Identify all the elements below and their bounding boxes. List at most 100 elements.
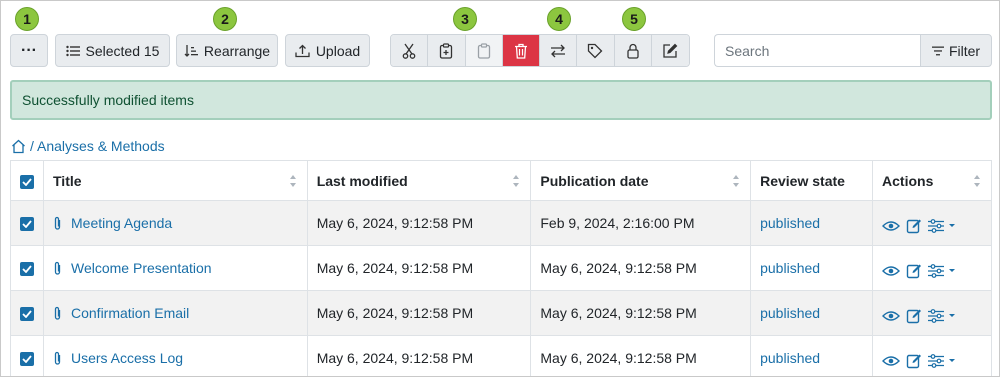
settings-dropdown-icon[interactable] bbox=[928, 309, 956, 323]
breadcrumb: / Analyses & Methods bbox=[11, 137, 165, 155]
sort-icon[interactable] bbox=[973, 174, 981, 188]
delete-button[interactable] bbox=[502, 35, 540, 66]
column-header-title-label: Title bbox=[53, 172, 82, 189]
more-options-button[interactable]: ··· bbox=[10, 34, 48, 67]
actions-cell bbox=[872, 335, 992, 376]
column-header-last-modified[interactable]: Last modified bbox=[306, 160, 532, 201]
rearrange-button[interactable]: Rearrange bbox=[176, 34, 278, 67]
select-all-checkbox[interactable] bbox=[20, 174, 34, 189]
row-select-cell[interactable] bbox=[10, 200, 44, 246]
review-state-link[interactable]: published bbox=[760, 305, 820, 321]
column-header-publication-date[interactable]: Publication date bbox=[530, 160, 752, 201]
tag-icon bbox=[588, 43, 603, 58]
row-checkbox[interactable] bbox=[20, 307, 34, 322]
sort-icon[interactable] bbox=[512, 174, 520, 188]
callout-badge-3: 3 bbox=[453, 7, 477, 31]
review-state-link[interactable]: published bbox=[760, 260, 820, 276]
check-icon bbox=[22, 220, 32, 229]
select-all-cell[interactable] bbox=[10, 160, 44, 201]
column-header-review-state-label: Review state bbox=[760, 172, 845, 189]
table-header-row: Title Last modified Publication date Rev… bbox=[10, 160, 992, 201]
last-modified-cell: May 6, 2024, 9:12:58 PM bbox=[306, 245, 532, 291]
transfer-button[interactable] bbox=[540, 35, 578, 66]
row-select-cell[interactable] bbox=[10, 335, 44, 376]
callout-badge-4: 4 bbox=[547, 7, 571, 31]
column-header-last-modified-label: Last modified bbox=[316, 172, 408, 189]
edit-icon[interactable] bbox=[906, 353, 922, 369]
tag-button[interactable] bbox=[577, 35, 615, 66]
row-checkbox[interactable] bbox=[20, 352, 34, 367]
view-icon[interactable] bbox=[882, 220, 901, 232]
item-title-link[interactable]: Welcome Presentation bbox=[71, 260, 212, 276]
check-icon bbox=[22, 265, 32, 274]
attachment-icon bbox=[54, 351, 61, 365]
last-modified-cell: May 6, 2024, 9:12:58 PM bbox=[306, 335, 532, 376]
column-header-review-state[interactable]: Review state bbox=[750, 160, 874, 201]
view-icon[interactable] bbox=[882, 355, 901, 367]
callout-badge-1: 1 bbox=[15, 7, 39, 31]
filter-label: Filter bbox=[948, 42, 981, 59]
callout-badge-5: 5 bbox=[622, 7, 646, 31]
edit-icon[interactable] bbox=[906, 308, 922, 324]
edit-icon[interactable] bbox=[906, 263, 922, 279]
publication-date-cell: May 6, 2024, 9:12:58 PM bbox=[530, 245, 752, 291]
view-icon[interactable] bbox=[882, 265, 901, 277]
view-icon[interactable] bbox=[882, 310, 901, 322]
contents-table: Title Last modified Publication date Rev… bbox=[10, 160, 992, 376]
alert-message: Successfully modified items bbox=[22, 92, 194, 108]
title-cell: Meeting Agenda bbox=[43, 200, 308, 246]
copy-button[interactable] bbox=[428, 35, 466, 66]
review-state-link[interactable]: published bbox=[760, 350, 820, 366]
item-actions-group bbox=[390, 34, 690, 67]
settings-dropdown-icon[interactable] bbox=[928, 219, 956, 233]
sort-icon[interactable] bbox=[289, 174, 297, 188]
sort-icon[interactable] bbox=[732, 174, 740, 188]
actions-cell bbox=[872, 200, 992, 246]
sort-order-icon bbox=[184, 44, 198, 57]
attachment-icon bbox=[54, 216, 61, 230]
rearrange-label: Rearrange bbox=[203, 42, 271, 59]
lock-icon bbox=[626, 43, 639, 59]
row-checkbox[interactable] bbox=[20, 262, 34, 277]
title-cell: Confirmation Email bbox=[43, 290, 308, 336]
attachment-icon bbox=[54, 306, 61, 320]
column-header-actions-label: Actions bbox=[882, 172, 934, 189]
settings-dropdown-icon[interactable] bbox=[928, 264, 956, 278]
edit-button[interactable] bbox=[651, 35, 689, 66]
item-title-link[interactable]: Confirmation Email bbox=[71, 305, 189, 321]
cut-icon bbox=[402, 43, 416, 59]
success-alert: Successfully modified items bbox=[10, 80, 992, 120]
more-options-label: ··· bbox=[21, 41, 37, 59]
callout-badge-2: 2 bbox=[213, 7, 237, 31]
filter-button[interactable]: Filter bbox=[920, 34, 992, 67]
review-state-cell: published bbox=[750, 335, 874, 376]
check-icon bbox=[22, 310, 32, 319]
breadcrumb-path[interactable]: / Analyses & Methods bbox=[30, 138, 165, 154]
publication-date-cell: Feb 9, 2024, 2:16:00 PM bbox=[530, 200, 752, 246]
filter-icon bbox=[931, 46, 944, 55]
home-icon[interactable] bbox=[11, 139, 26, 154]
title-cell: Users Access Log bbox=[43, 335, 308, 376]
selected-items-button[interactable]: Selected 15 bbox=[55, 34, 170, 67]
upload-button[interactable]: Upload bbox=[285, 34, 370, 67]
publication-date-cell: May 6, 2024, 9:12:58 PM bbox=[530, 335, 752, 376]
item-title-link[interactable]: Users Access Log bbox=[71, 350, 183, 366]
paste-button[interactable] bbox=[465, 35, 503, 66]
row-select-cell[interactable] bbox=[10, 245, 44, 291]
search-input[interactable] bbox=[714, 34, 921, 67]
column-header-title[interactable]: Title bbox=[43, 160, 308, 201]
attachment-icon bbox=[54, 261, 61, 275]
check-icon bbox=[22, 178, 32, 186]
lock-button[interactable] bbox=[614, 35, 652, 66]
settings-dropdown-icon[interactable] bbox=[928, 354, 956, 368]
item-title-link[interactable]: Meeting Agenda bbox=[71, 215, 172, 231]
edit-icon[interactable] bbox=[906, 218, 922, 234]
cut-button[interactable] bbox=[391, 35, 429, 66]
row-checkbox[interactable] bbox=[20, 217, 34, 232]
review-state-link[interactable]: published bbox=[760, 215, 820, 231]
last-modified-cell: May 6, 2024, 9:12:58 PM bbox=[306, 200, 532, 246]
copy-icon bbox=[440, 42, 453, 59]
row-select-cell[interactable] bbox=[10, 290, 44, 336]
transfer-icon bbox=[551, 44, 566, 57]
table-row: Confirmation Email May 6, 2024, 9:12:58 … bbox=[10, 290, 992, 336]
